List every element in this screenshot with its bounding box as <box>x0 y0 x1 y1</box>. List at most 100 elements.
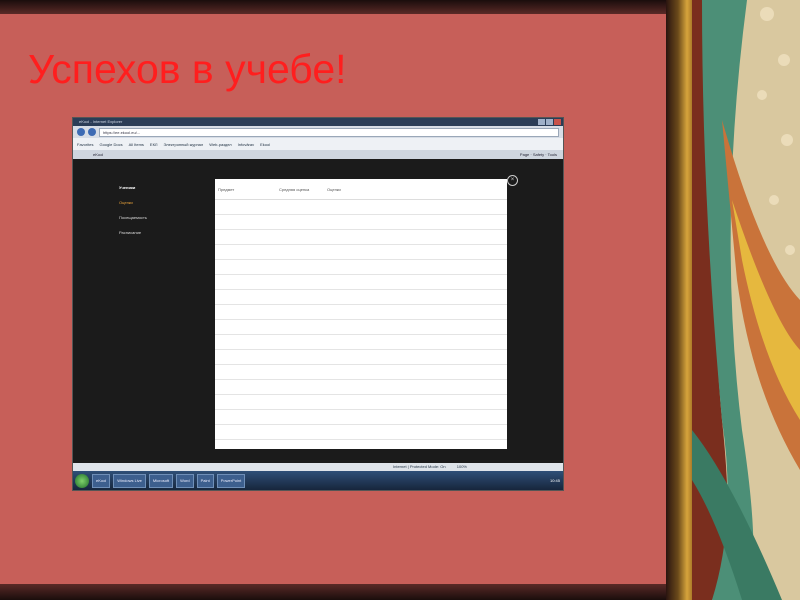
table-row <box>215 409 507 425</box>
start-button-icon[interactable] <box>75 473 89 488</box>
back-icon[interactable] <box>77 128 85 136</box>
sidebar-item-attendance[interactable]: Посещаемость <box>119 215 147 220</box>
command-bar: Page · Safety · Tools <box>519 152 557 157</box>
menu-page[interactable]: Page <box>520 152 529 157</box>
close-panel-icon[interactable]: × <box>507 175 518 186</box>
average-cell <box>276 334 324 350</box>
subject-cell <box>215 244 276 260</box>
marks-cell <box>324 274 507 290</box>
table-row <box>215 379 507 395</box>
marks-cell <box>324 319 507 335</box>
favorite-link[interactable]: Google Docs <box>99 142 122 147</box>
subject-cell <box>215 259 276 275</box>
table-row <box>215 259 507 275</box>
subject-cell <box>215 229 276 245</box>
table-row <box>215 304 507 320</box>
col-marks-header: Оценки <box>324 179 507 200</box>
average-cell <box>276 214 324 230</box>
subject-cell <box>215 319 276 335</box>
subject-cell <box>215 379 276 395</box>
address-bar: https://ee.ekool.eu/... <box>73 126 563 138</box>
taskbar-item[interactable]: PowerPoint <box>216 473 246 488</box>
average-cell <box>276 259 324 275</box>
taskbar-item[interactable]: Word <box>176 473 194 488</box>
sidebar-item-schedule[interactable]: Расписание <box>119 230 147 235</box>
subject-cell <box>215 289 276 305</box>
marks-cell <box>324 334 507 350</box>
subject-cell <box>215 334 276 350</box>
close-window-icon[interactable] <box>554 119 561 125</box>
marks-cell <box>324 424 507 440</box>
marks-cell <box>324 214 507 230</box>
favorites-bar: Favorites Google Docs All Items ЕКЛ Элек… <box>73 138 563 150</box>
favorite-link[interactable]: ЕКЛ <box>150 142 158 147</box>
subject-cell <box>215 409 276 425</box>
taskbar-item[interactable]: Microsoft <box>148 473 174 488</box>
table-row <box>215 199 507 215</box>
bottom-band <box>0 584 670 600</box>
favorite-link[interactable]: Электронный журнал <box>164 142 204 147</box>
sidebar-item-grades[interactable]: Оценки <box>119 200 147 205</box>
table-row <box>215 394 507 410</box>
favorite-link[interactable]: All Items <box>129 142 144 147</box>
marks-cell <box>324 259 507 275</box>
taskbar-item[interactable]: Paint <box>196 473 214 488</box>
taskbar-item[interactable]: eKool <box>92 473 111 488</box>
marks-cell <box>324 394 507 410</box>
favorite-link[interactable]: Favorites <box>77 142 93 147</box>
average-cell <box>276 349 324 365</box>
average-cell <box>276 304 324 320</box>
table-row <box>215 349 507 365</box>
marks-cell <box>324 364 507 380</box>
browser-tab[interactable]: eKool <box>93 152 103 157</box>
windows-taskbar: eKool Windows Live Microsoft Word Paint … <box>73 471 563 490</box>
slide-title: Успехов в учебе! <box>28 46 347 92</box>
subject-cell <box>215 364 276 380</box>
taskbar-item[interactable]: Windows Live <box>113 473 146 488</box>
favorite-link[interactable]: Infovärav <box>238 142 254 147</box>
table-header-row: Предмет Средняя оценка Оценки <box>215 179 507 200</box>
marks-cell <box>324 244 507 260</box>
marks-cell <box>324 289 507 305</box>
table-row <box>215 334 507 350</box>
favorite-link[interactable]: Web-раздел <box>209 142 231 147</box>
table-row <box>215 274 507 290</box>
table-row <box>215 244 507 260</box>
subject-cell <box>215 199 276 215</box>
browser-titlebar: eKool - Internet Explorer <box>73 118 563 126</box>
status-bar: Internet | Protected Mode: On 100% <box>73 463 563 471</box>
forward-icon[interactable] <box>88 128 96 136</box>
minimize-icon[interactable] <box>538 119 545 125</box>
col-average-header: Средняя оценка <box>276 179 324 200</box>
average-cell <box>276 244 324 260</box>
average-cell <box>276 379 324 395</box>
marks-cell <box>324 199 507 215</box>
favorite-link[interactable]: Ekool <box>260 142 270 147</box>
decorative-pattern <box>692 0 800 600</box>
table-row <box>215 229 507 245</box>
zoom-level[interactable]: 100% <box>457 464 467 469</box>
subject-cell <box>215 424 276 440</box>
table-row <box>215 364 507 380</box>
marks-cell <box>324 349 507 365</box>
average-cell <box>276 424 324 440</box>
status-text: Internet | Protected Mode: On <box>393 464 446 469</box>
average-cell <box>276 199 324 215</box>
grades-table: Предмет Средняя оценка Оценки <box>215 179 507 440</box>
menu-safety[interactable]: Safety <box>533 152 544 157</box>
subject-cell <box>215 349 276 365</box>
menu-tools[interactable]: Tools <box>548 152 557 157</box>
marks-cell <box>324 379 507 395</box>
maximize-icon[interactable] <box>546 119 553 125</box>
window-controls <box>538 119 561 125</box>
sidebar-menu: Ученики Оценки Посещаемость Расписание <box>119 185 147 245</box>
marks-cell <box>324 229 507 245</box>
taskbar-clock: 10:45 <box>549 478 560 483</box>
grades-panel: Предмет Средняя оценка Оценки <box>215 179 507 449</box>
average-cell <box>276 364 324 380</box>
url-field[interactable]: https://ee.ekool.eu/... <box>99 127 559 137</box>
average-cell <box>276 319 324 335</box>
subject-cell <box>215 214 276 230</box>
table-row <box>215 319 507 335</box>
col-subject-header: Предмет <box>215 179 276 200</box>
